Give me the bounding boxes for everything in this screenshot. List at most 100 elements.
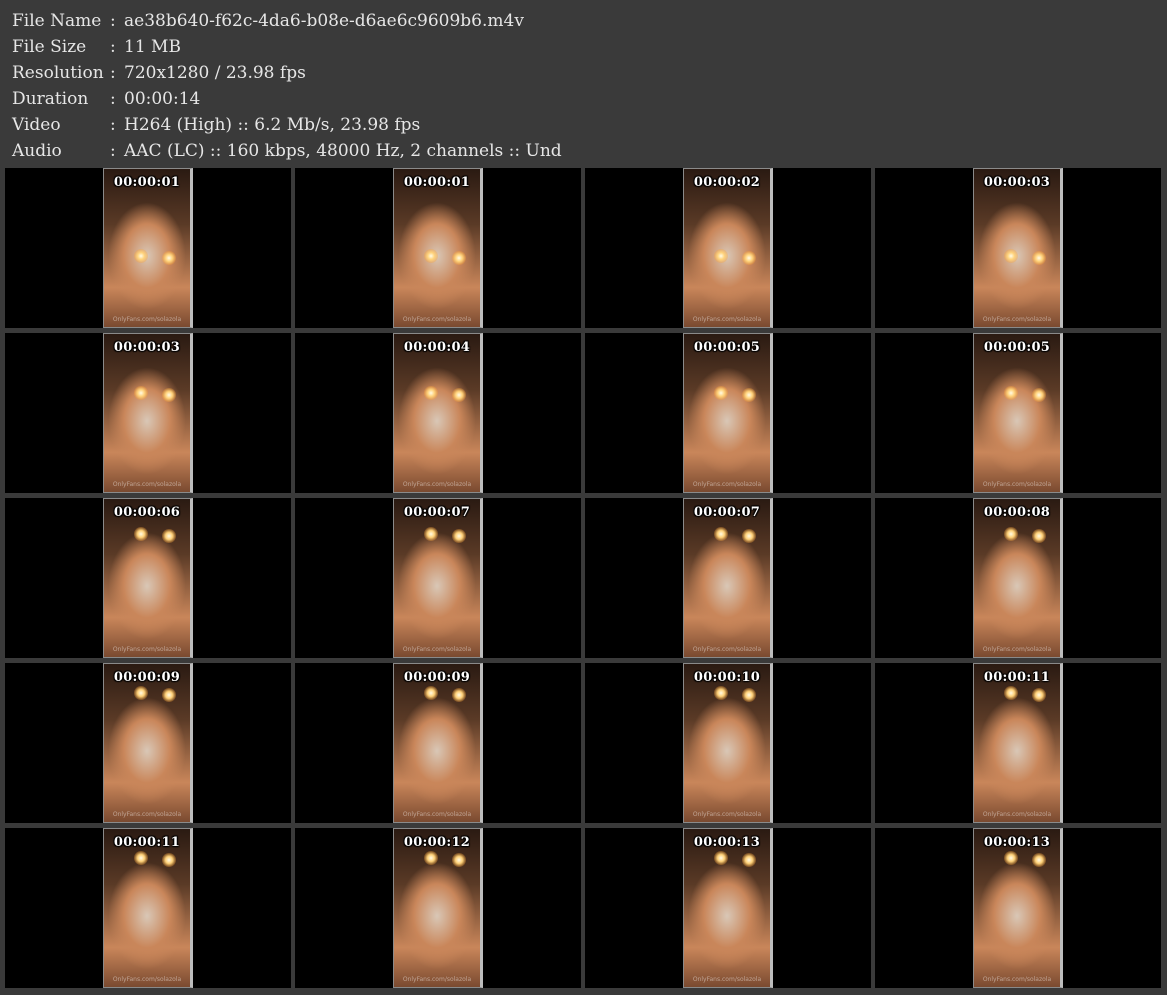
info-separator: : bbox=[110, 37, 116, 57]
info-value: 11 MB bbox=[124, 37, 181, 57]
light-glow bbox=[424, 686, 438, 700]
frame-image bbox=[394, 829, 480, 987]
light-glow bbox=[1004, 386, 1018, 400]
thumbnail-watermark: OnlyFans.com/solazola bbox=[692, 481, 762, 488]
thumbnail-timestamp: 00:00:01 bbox=[113, 175, 181, 190]
thumbnail-watermark: OnlyFans.com/solazola bbox=[402, 976, 472, 983]
thumbnail-cell: 00:00:13 OnlyFans.com/solazola bbox=[875, 828, 1161, 988]
light-glow bbox=[714, 851, 728, 865]
video-frame-thumbnail: 00:00:10 OnlyFans.com/solazola bbox=[683, 663, 773, 823]
light-glow bbox=[1032, 529, 1046, 543]
light-glow bbox=[714, 686, 728, 700]
info-value: 720x1280 / 23.98 fps bbox=[124, 63, 306, 83]
thumbnail-watermark: OnlyFans.com/solazola bbox=[112, 481, 182, 488]
info-row-video: Video : H264 (High) :: 6.2 Mb/s, 23.98 f… bbox=[12, 112, 562, 138]
frame-image bbox=[394, 499, 480, 657]
light-glow bbox=[452, 529, 466, 543]
thumbnail-watermark: OnlyFans.com/solazola bbox=[112, 316, 182, 323]
thumbnail-timestamp: 00:00:11 bbox=[983, 670, 1051, 685]
light-glow bbox=[162, 529, 176, 543]
video-frame-thumbnail: 00:00:11 OnlyFans.com/solazola bbox=[103, 828, 193, 988]
frame-image bbox=[394, 334, 480, 492]
info-row-file-name: File Name : ae38b640-f62c-4da6-b08e-d6ae… bbox=[12, 8, 562, 34]
thumbnail-cell: 00:00:05 OnlyFans.com/solazola bbox=[875, 333, 1161, 493]
light-glow bbox=[714, 249, 728, 263]
light-glow bbox=[452, 688, 466, 702]
info-separator: : bbox=[110, 141, 116, 161]
light-glow bbox=[134, 527, 148, 541]
video-frame-thumbnail: 00:00:03 OnlyFans.com/solazola bbox=[103, 333, 193, 493]
info-label: Duration bbox=[12, 89, 89, 109]
video-frame-thumbnail: 00:00:13 OnlyFans.com/solazola bbox=[973, 828, 1063, 988]
info-label: File Size bbox=[12, 37, 87, 57]
frame-image bbox=[104, 169, 190, 327]
thumbnail-cell: 00:00:07 OnlyFans.com/solazola bbox=[585, 498, 871, 658]
light-glow bbox=[742, 388, 756, 402]
thumbnail-watermark: OnlyFans.com/solazola bbox=[112, 811, 182, 818]
frame-image bbox=[104, 664, 190, 822]
thumbnail-grid: 00:00:01 OnlyFans.com/solazola 00:00:01 Onl… bbox=[5, 168, 1163, 992]
thumbnail-watermark: OnlyFans.com/solazola bbox=[982, 316, 1052, 323]
info-value: H264 (High) :: 6.2 Mb/s, 23.98 fps bbox=[124, 115, 421, 135]
thumbnail-timestamp: 00:00:11 bbox=[113, 835, 181, 850]
thumbnail-timestamp: 00:00:04 bbox=[403, 340, 471, 355]
video-frame-thumbnail: 00:00:08 OnlyFans.com/solazola bbox=[973, 498, 1063, 658]
frame-image bbox=[974, 169, 1060, 327]
frame-image bbox=[684, 499, 770, 657]
thumbnail-watermark: OnlyFans.com/solazola bbox=[692, 316, 762, 323]
frame-image bbox=[104, 499, 190, 657]
thumbnail-cell: 00:00:07 OnlyFans.com/solazola bbox=[295, 498, 581, 658]
thumbnail-cell: 00:00:01 OnlyFans.com/solazola bbox=[5, 168, 291, 328]
video-frame-thumbnail: 00:00:01 OnlyFans.com/solazola bbox=[393, 168, 483, 328]
light-glow bbox=[714, 386, 728, 400]
video-frame-thumbnail: 00:00:11 OnlyFans.com/solazola bbox=[973, 663, 1063, 823]
info-row-audio: Audio : AAC (LC) :: 160 kbps, 48000 Hz, … bbox=[12, 138, 562, 164]
thumbnail-watermark: OnlyFans.com/solazola bbox=[402, 811, 472, 818]
info-value: ae38b640-f62c-4da6-b08e-d6ae6c9609b6.m4v bbox=[124, 11, 524, 31]
frame-image bbox=[974, 829, 1060, 987]
thumbnail-timestamp: 00:00:13 bbox=[983, 835, 1051, 850]
frame-image bbox=[684, 169, 770, 327]
thumbnail-timestamp: 00:00:05 bbox=[693, 340, 761, 355]
thumbnail-timestamp: 00:00:08 bbox=[983, 505, 1051, 520]
video-frame-thumbnail: 00:00:09 OnlyFans.com/solazola bbox=[103, 663, 193, 823]
video-frame-thumbnail: 00:00:07 OnlyFans.com/solazola bbox=[683, 498, 773, 658]
info-separator: : bbox=[110, 11, 116, 31]
light-glow bbox=[714, 527, 728, 541]
thumbnail-cell: 00:00:02 OnlyFans.com/solazola bbox=[585, 168, 871, 328]
info-row-resolution: Resolution : 720x1280 / 23.98 fps bbox=[12, 60, 562, 86]
light-glow bbox=[134, 249, 148, 263]
thumbnail-cell: 00:00:01 OnlyFans.com/solazola bbox=[295, 168, 581, 328]
video-frame-thumbnail: 00:00:01 OnlyFans.com/solazola bbox=[103, 168, 193, 328]
light-glow bbox=[452, 853, 466, 867]
info-label: Resolution bbox=[12, 63, 104, 83]
frame-image bbox=[974, 664, 1060, 822]
thumbnail-cell: 00:00:06 OnlyFans.com/solazola bbox=[5, 498, 291, 658]
thumbnail-timestamp: 00:00:13 bbox=[693, 835, 761, 850]
info-separator: : bbox=[110, 89, 116, 109]
frame-image bbox=[684, 829, 770, 987]
thumbnail-timestamp: 00:00:03 bbox=[113, 340, 181, 355]
info-separator: : bbox=[110, 115, 116, 135]
light-glow bbox=[162, 388, 176, 402]
frame-image bbox=[104, 334, 190, 492]
thumbnail-cell: 00:00:05 OnlyFans.com/solazola bbox=[585, 333, 871, 493]
thumbnail-watermark: OnlyFans.com/solazola bbox=[982, 646, 1052, 653]
thumbnail-timestamp: 00:00:12 bbox=[403, 835, 471, 850]
light-glow bbox=[424, 851, 438, 865]
frame-image bbox=[684, 664, 770, 822]
thumbnail-timestamp: 00:00:03 bbox=[983, 175, 1051, 190]
thumbnail-timestamp: 00:00:02 bbox=[693, 175, 761, 190]
light-glow bbox=[742, 529, 756, 543]
video-frame-thumbnail: 00:00:05 OnlyFans.com/solazola bbox=[973, 333, 1063, 493]
info-label: Audio bbox=[12, 141, 62, 161]
frame-image bbox=[394, 664, 480, 822]
file-info-panel: File Name : ae38b640-f62c-4da6-b08e-d6ae… bbox=[12, 8, 562, 164]
thumbnail-timestamp: 00:00:06 bbox=[113, 505, 181, 520]
light-glow bbox=[424, 527, 438, 541]
thumbnail-cell: 00:00:12 OnlyFans.com/solazola bbox=[295, 828, 581, 988]
thumbnail-watermark: OnlyFans.com/solazola bbox=[402, 646, 472, 653]
light-glow bbox=[1032, 388, 1046, 402]
light-glow bbox=[424, 249, 438, 263]
thumbnail-watermark: OnlyFans.com/solazola bbox=[112, 646, 182, 653]
